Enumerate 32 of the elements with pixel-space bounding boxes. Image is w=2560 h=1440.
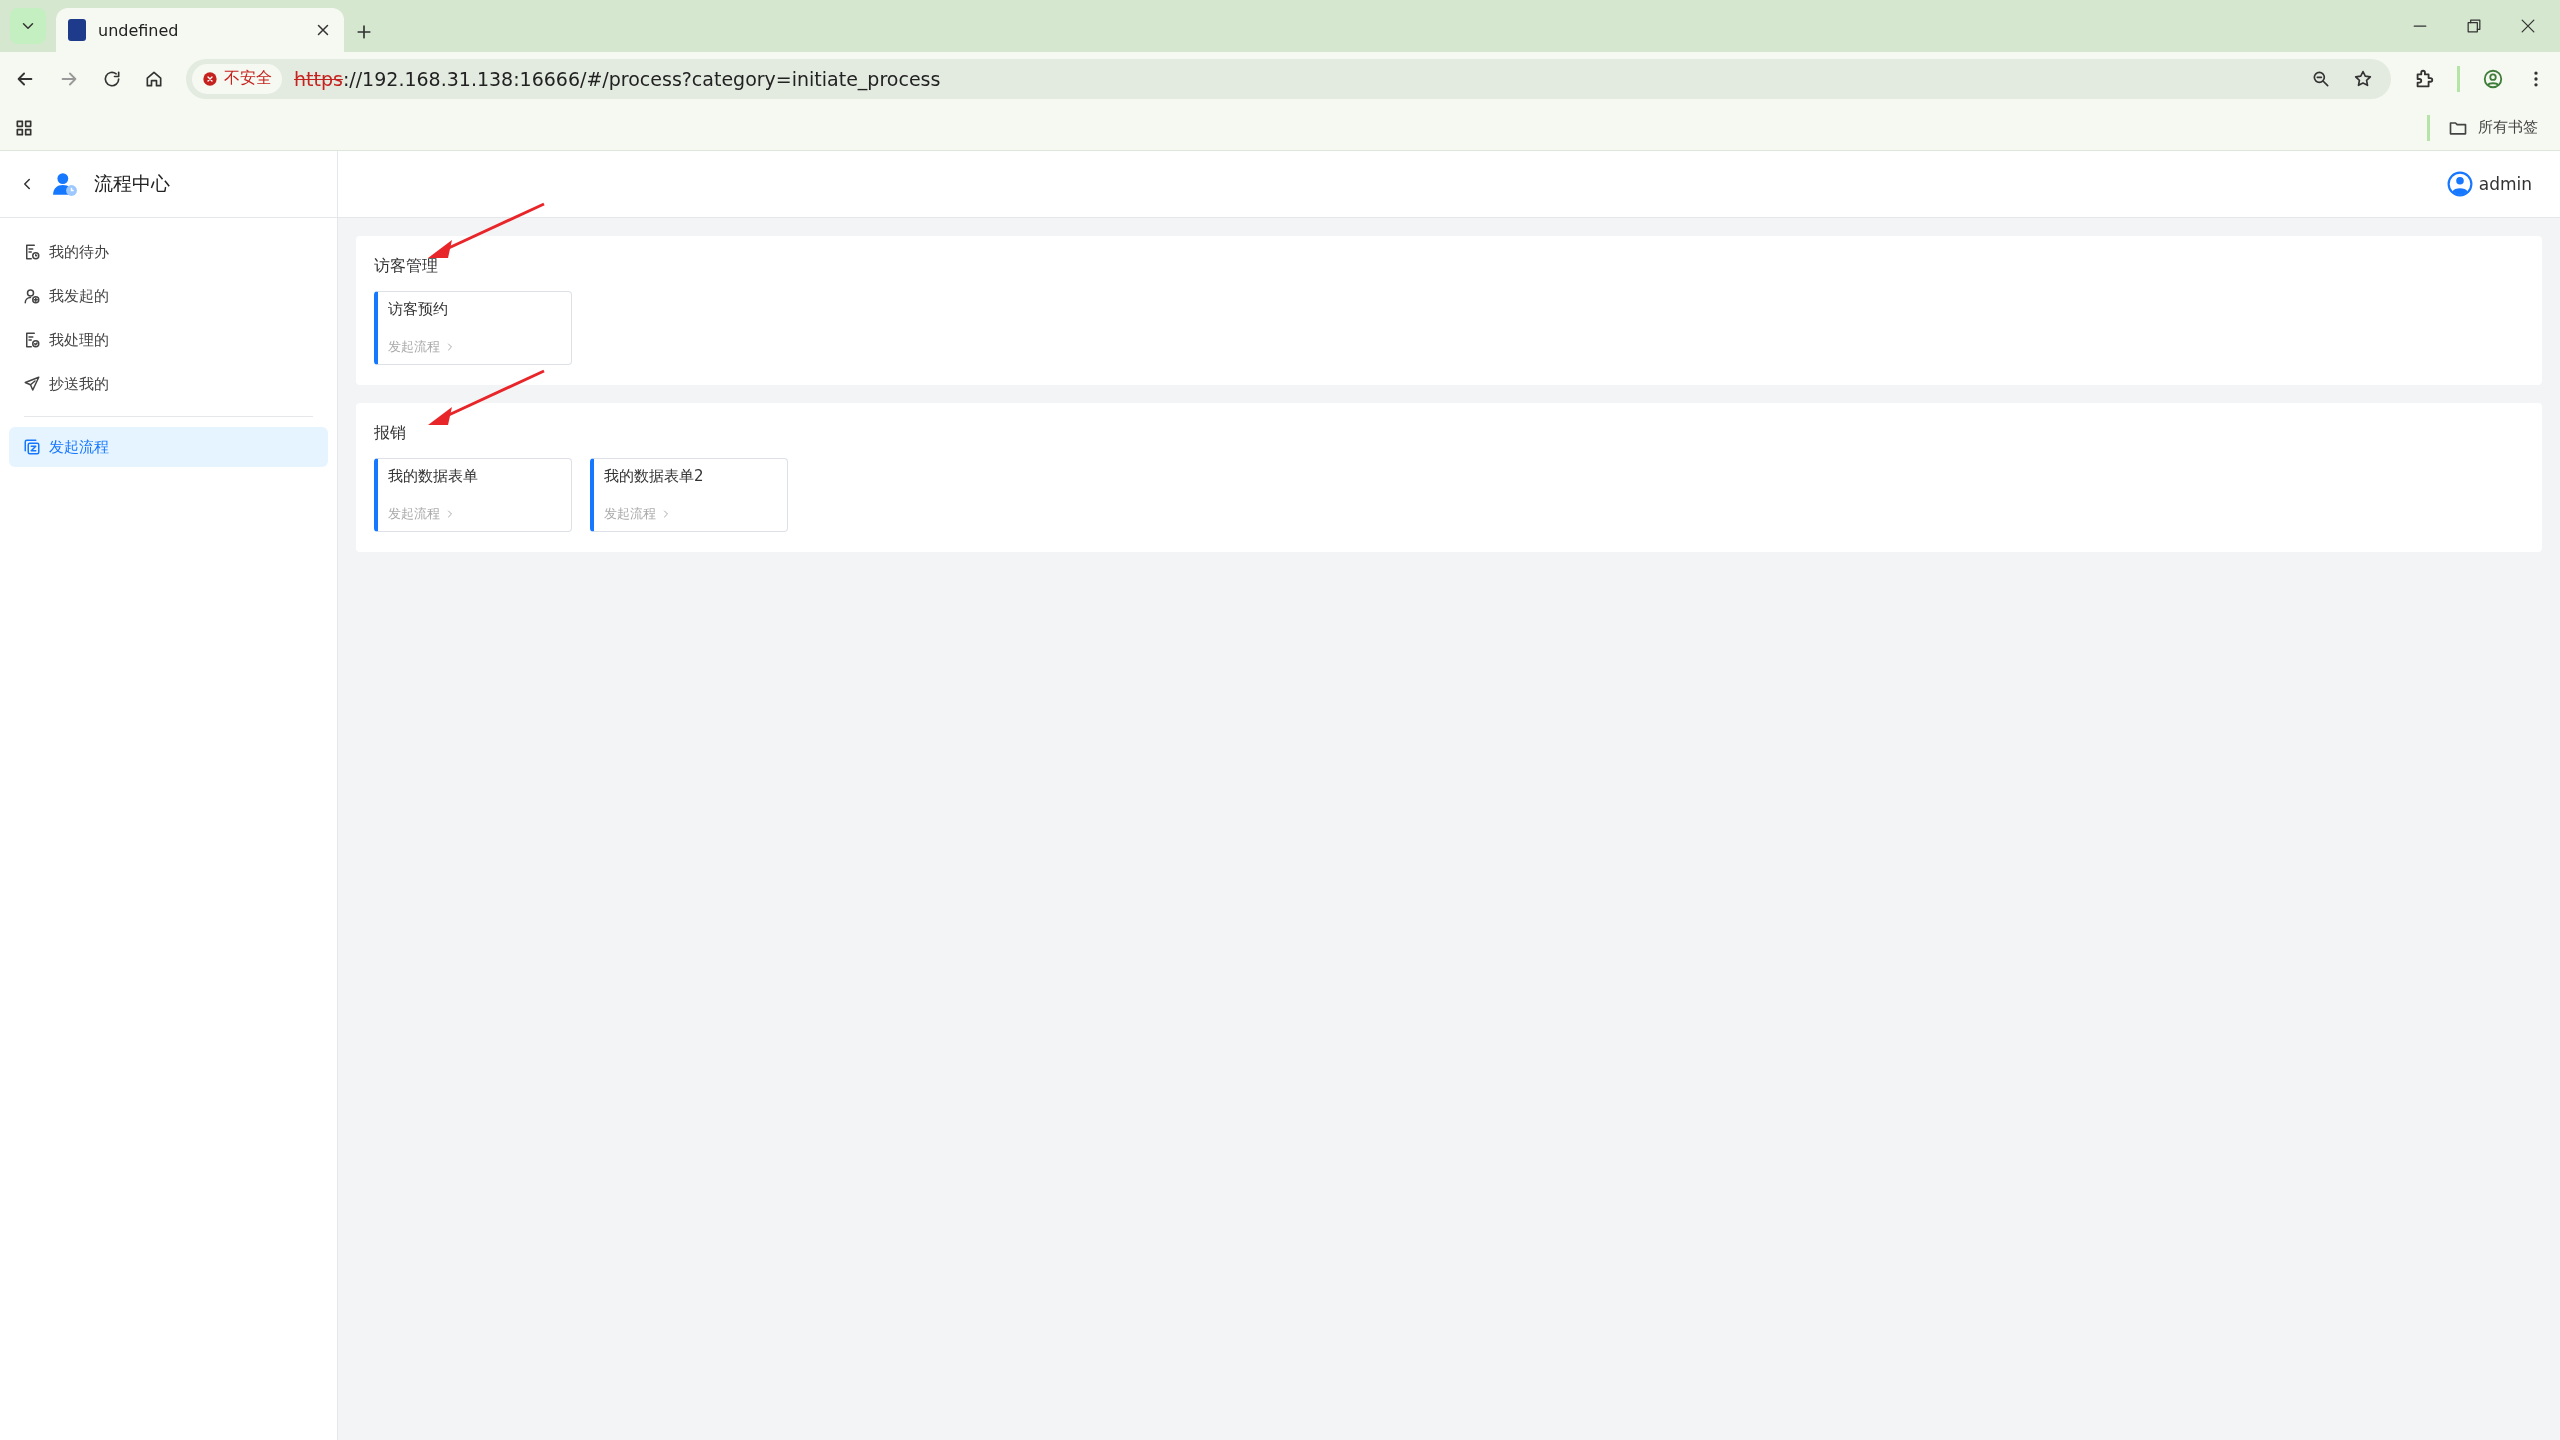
checked-list-icon bbox=[23, 331, 41, 349]
user-plus-icon bbox=[23, 287, 41, 305]
stacked-pages-icon bbox=[23, 438, 41, 456]
not-secure-chip[interactable]: 不安全 bbox=[192, 63, 282, 94]
app-title: 流程中心 bbox=[94, 171, 170, 196]
user-avatar-icon[interactable] bbox=[2446, 171, 2473, 197]
url-text: https://192.168.31.138:16666/#/process?category=initiate_process bbox=[294, 67, 942, 90]
address-bar[interactable]: 不安全 https://192.168.31.138:16666/#/process?category=initiate_process bbox=[186, 58, 2391, 99]
process-card[interactable]: 访客预约 发起流程 bbox=[374, 291, 572, 365]
process-name: 我的数据表单2 bbox=[604, 467, 705, 486]
browser-tab[interactable]: undefined bbox=[56, 8, 344, 52]
sidebar-item[interactable]: 发起流程 bbox=[9, 427, 328, 467]
star-icon[interactable] bbox=[2353, 68, 2373, 89]
error-icon bbox=[202, 70, 218, 87]
todo-list-icon bbox=[23, 243, 41, 261]
process-card[interactable]: 我的数据表单 发起流程 bbox=[374, 458, 572, 532]
all-bookmarks-button[interactable]: 所有书签 bbox=[2448, 117, 2538, 138]
user-name[interactable]: admin bbox=[2478, 174, 2532, 194]
tab-title: undefined bbox=[98, 20, 180, 40]
process-name: 我的数据表单 bbox=[388, 467, 479, 486]
site-logo-icon bbox=[68, 19, 86, 41]
profile-icon[interactable] bbox=[2482, 67, 2504, 90]
paper-plane-icon bbox=[23, 375, 41, 393]
category-title: 访客管理 bbox=[374, 256, 438, 277]
process-card[interactable]: 我的数据表单2 发起流程 bbox=[590, 458, 788, 532]
sidebar-item[interactable]: 抄送我的 bbox=[9, 364, 328, 404]
process-name: 访客预约 bbox=[388, 300, 449, 319]
sidebar-item[interactable]: 我发起的 bbox=[9, 276, 328, 316]
category-title: 报销 bbox=[374, 423, 406, 444]
sidebar-item[interactable]: 我处理的 bbox=[9, 320, 328, 360]
sidebar-item[interactable]: 我的待办 bbox=[9, 232, 328, 272]
user-clock-icon bbox=[52, 171, 78, 197]
